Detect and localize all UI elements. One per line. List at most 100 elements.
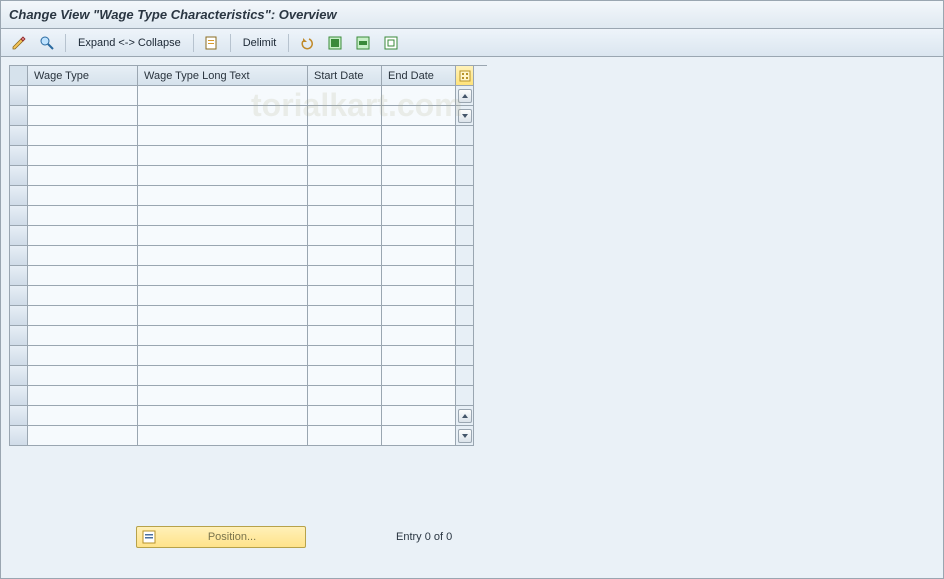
- table-cell[interactable]: [382, 266, 456, 286]
- scrollbar-track[interactable]: [456, 186, 474, 206]
- table-cell[interactable]: [382, 426, 456, 446]
- table-cell[interactable]: [138, 426, 308, 446]
- table-cell[interactable]: [28, 166, 138, 186]
- table-cell[interactable]: [382, 386, 456, 406]
- table-cell[interactable]: [382, 346, 456, 366]
- table-cell[interactable]: [308, 246, 382, 266]
- table-cell[interactable]: [28, 326, 138, 346]
- table-cell[interactable]: [28, 426, 138, 446]
- table-cell[interactable]: [308, 346, 382, 366]
- table-cell[interactable]: [138, 346, 308, 366]
- table-cell[interactable]: [308, 326, 382, 346]
- table-cell[interactable]: [382, 306, 456, 326]
- row-selector[interactable]: [10, 386, 28, 406]
- row-selector[interactable]: [10, 246, 28, 266]
- row-selector[interactable]: [10, 106, 28, 126]
- row-selector[interactable]: [10, 166, 28, 186]
- table-cell[interactable]: [382, 166, 456, 186]
- table-cell[interactable]: [308, 226, 382, 246]
- scrollbar-track[interactable]: [456, 226, 474, 246]
- col-header-long-text[interactable]: Wage Type Long Text: [138, 66, 308, 86]
- table-cell[interactable]: [138, 246, 308, 266]
- toggle-change-button[interactable]: [7, 33, 31, 53]
- table-cell[interactable]: [308, 106, 382, 126]
- table-cell[interactable]: [28, 366, 138, 386]
- table-cell[interactable]: [138, 266, 308, 286]
- table-cell[interactable]: [382, 106, 456, 126]
- scrollbar-track[interactable]: [456, 386, 474, 406]
- table-cell[interactable]: [138, 166, 308, 186]
- table-cell[interactable]: [28, 86, 138, 106]
- scrollbar-track[interactable]: [456, 266, 474, 286]
- row-selector[interactable]: [10, 146, 28, 166]
- scrollbar-track[interactable]: [456, 146, 474, 166]
- row-selector[interactable]: [10, 126, 28, 146]
- table-cell[interactable]: [308, 426, 382, 446]
- table-cell[interactable]: [28, 106, 138, 126]
- table-cell[interactable]: [28, 186, 138, 206]
- table-cell[interactable]: [138, 366, 308, 386]
- table-cell[interactable]: [308, 186, 382, 206]
- table-cell[interactable]: [308, 86, 382, 106]
- delimit-button[interactable]: Delimit: [237, 33, 283, 53]
- table-cell[interactable]: [28, 206, 138, 226]
- table-cell[interactable]: [138, 206, 308, 226]
- scrollbar-track[interactable]: [456, 166, 474, 186]
- table-cell[interactable]: [28, 406, 138, 426]
- scrollbar-track[interactable]: [456, 326, 474, 346]
- select-block-button[interactable]: [351, 33, 375, 53]
- table-cell[interactable]: [382, 406, 456, 426]
- row-selector[interactable]: [10, 406, 28, 426]
- table-cell[interactable]: [28, 346, 138, 366]
- table-cell[interactable]: [382, 206, 456, 226]
- scroll-down-button[interactable]: [456, 106, 474, 126]
- row-selector[interactable]: [10, 306, 28, 326]
- row-selector[interactable]: [10, 206, 28, 226]
- table-cell[interactable]: [308, 126, 382, 146]
- scrollbar-track[interactable]: [456, 366, 474, 386]
- table-cell[interactable]: [138, 86, 308, 106]
- row-selector[interactable]: [10, 266, 28, 286]
- table-cell[interactable]: [308, 146, 382, 166]
- table-cell[interactable]: [382, 226, 456, 246]
- table-cell[interactable]: [382, 146, 456, 166]
- scrollbar-track[interactable]: [456, 206, 474, 226]
- table-cell[interactable]: [138, 106, 308, 126]
- table-cell[interactable]: [382, 86, 456, 106]
- scrollbar-track[interactable]: [456, 286, 474, 306]
- row-selector[interactable]: [10, 326, 28, 346]
- select-all-button[interactable]: [323, 33, 347, 53]
- row-selector[interactable]: [10, 186, 28, 206]
- table-cell[interactable]: [382, 286, 456, 306]
- col-header-start-date[interactable]: Start Date: [308, 66, 382, 86]
- table-cell[interactable]: [308, 406, 382, 426]
- table-cell[interactable]: [308, 166, 382, 186]
- scrollbar-track[interactable]: [456, 346, 474, 366]
- table-cell[interactable]: [28, 226, 138, 246]
- table-cell[interactable]: [382, 126, 456, 146]
- table-cell[interactable]: [138, 186, 308, 206]
- table-cell[interactable]: [28, 286, 138, 306]
- table-cell[interactable]: [138, 146, 308, 166]
- scrollbar-track[interactable]: [456, 306, 474, 326]
- deselect-all-button[interactable]: [379, 33, 403, 53]
- undo-button[interactable]: [295, 33, 319, 53]
- scroll-up-button[interactable]: [456, 86, 474, 106]
- table-cell[interactable]: [28, 266, 138, 286]
- scroll-up-button[interactable]: [456, 406, 474, 426]
- row-selector[interactable]: [10, 366, 28, 386]
- table-cell[interactable]: [308, 206, 382, 226]
- table-cell[interactable]: [138, 286, 308, 306]
- row-selector[interactable]: [10, 346, 28, 366]
- col-header-end-date[interactable]: End Date: [382, 66, 456, 86]
- table-config-button[interactable]: [456, 66, 474, 86]
- col-header-wage-type[interactable]: Wage Type: [28, 66, 138, 86]
- table-cell[interactable]: [28, 246, 138, 266]
- table-cell[interactable]: [28, 146, 138, 166]
- table-cell[interactable]: [138, 406, 308, 426]
- table-cell[interactable]: [308, 286, 382, 306]
- table-cell[interactable]: [382, 366, 456, 386]
- table-cell[interactable]: [138, 326, 308, 346]
- scrollbar-track[interactable]: [456, 126, 474, 146]
- new-entries-button[interactable]: [200, 33, 224, 53]
